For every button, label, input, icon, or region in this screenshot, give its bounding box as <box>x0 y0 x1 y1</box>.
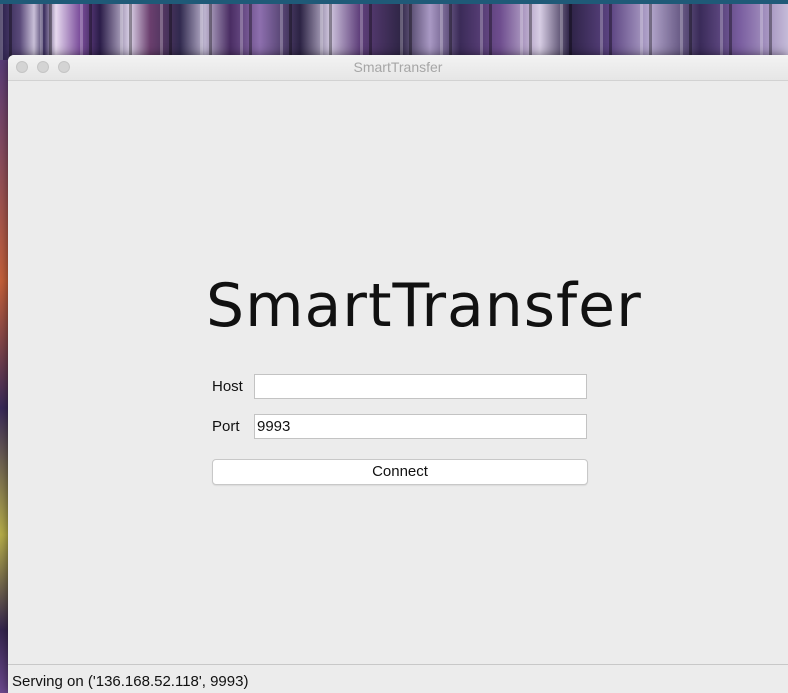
port-label: Port <box>212 418 240 435</box>
port-input[interactable] <box>254 414 587 439</box>
status-bar: Serving on ('136.168.52.118', 9993) <box>8 664 788 693</box>
host-label: Host <box>212 378 243 395</box>
main-content: SmartTransfer Host Port Connect <box>8 81 788 664</box>
app-window: SmartTransfer SmartTransfer Host Port Co… <box>8 55 788 693</box>
window-title: SmartTransfer <box>353 59 443 75</box>
menu-bar-edge <box>0 0 788 4</box>
title-bar[interactable]: SmartTransfer <box>8 55 788 81</box>
host-input[interactable] <box>254 374 587 399</box>
app-heading: SmartTransfer <box>206 271 642 341</box>
connect-button[interactable]: Connect <box>212 459 588 485</box>
status-text: Serving on ('136.168.52.118', 9993) <box>12 673 249 690</box>
